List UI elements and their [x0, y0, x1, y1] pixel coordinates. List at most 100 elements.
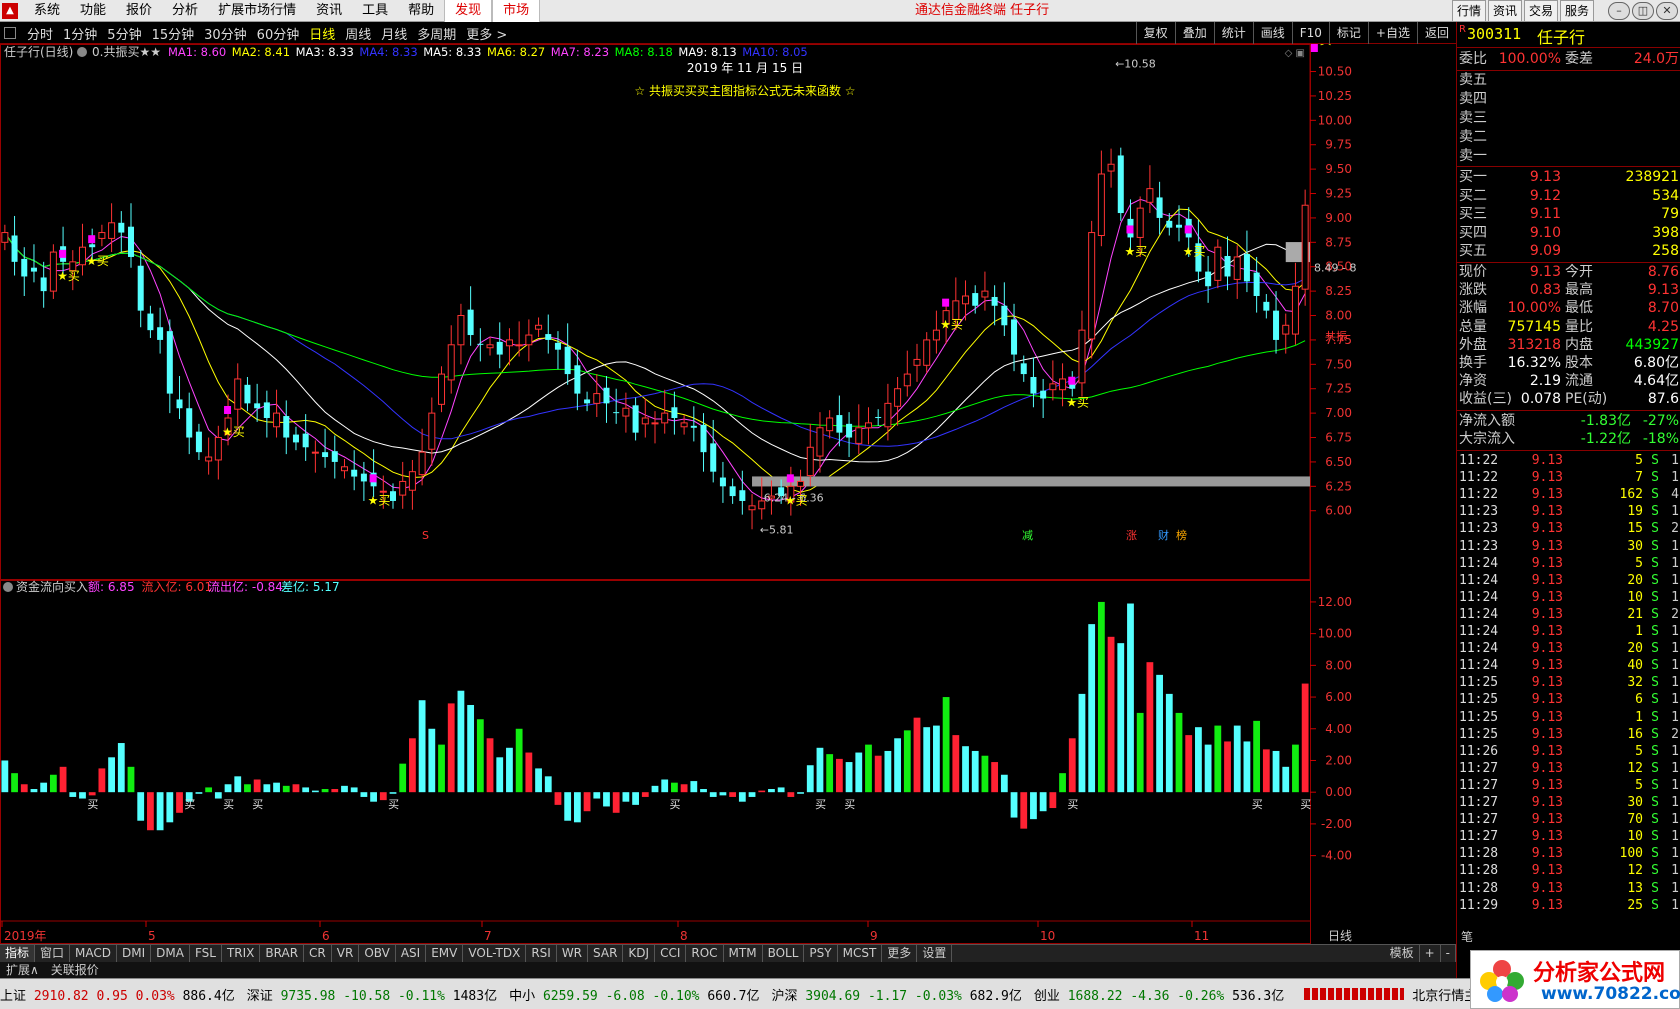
indicator-tab-6[interactable]: TRIX	[222, 945, 261, 962]
stock-code[interactable]: 300311	[1467, 25, 1521, 43]
menu-bar: ▲ 系统 功能 报价 分析 扩展市场行情 资讯 工具 帮助 发现 市场 通达信金融终端 任子行 行…	[0, 0, 1680, 22]
indicator-tab-19[interactable]: ROC	[686, 945, 724, 962]
indicator-tab-0[interactable]: 指标	[0, 945, 36, 962]
tick-v: 7	[1635, 470, 1643, 486]
minimize-icon[interactable]: –	[1608, 2, 1630, 20]
indicator-tab-11[interactable]: ASI	[396, 945, 427, 962]
indicator-tab-1[interactable]: 窗口	[35, 945, 71, 962]
indicator-tab-18[interactable]: CCI	[655, 945, 687, 962]
index-quote-1[interactable]: 深证 9735.98 -10.58 -0.11% 1483亿	[247, 985, 497, 1004]
period-tab-1[interactable]: 1分钟	[58, 24, 102, 43]
indicator-tab-10[interactable]: OBV	[359, 945, 396, 962]
indicator-tick-label: -2.00	[1321, 817, 1352, 831]
restore-icon[interactable]: ◫	[1632, 2, 1654, 20]
period-tab-8[interactable]: 月线	[376, 24, 412, 43]
template-button-0[interactable]: 模板	[1385, 945, 1420, 962]
indicator-tab-25[interactable]: 设置	[917, 945, 953, 962]
tool-button-7[interactable]: 返回	[1416, 22, 1456, 44]
indicator-tab-21[interactable]: BOLL	[763, 945, 805, 962]
formula-toggle-icon[interactable]	[77, 47, 87, 57]
tick-s: S	[1651, 453, 1659, 468]
period-tab-5[interactable]: 60分钟	[252, 24, 305, 43]
panel-toggle-icon[interactable]	[4, 27, 16, 39]
tool-button-6[interactable]: +自选	[1367, 22, 1417, 44]
menu-item-5[interactable]: 资讯	[306, 0, 352, 22]
indicator-tab-14[interactable]: RSI	[526, 945, 557, 962]
period-tab-4[interactable]: 30分钟	[199, 24, 252, 43]
indicator-tab-23[interactable]: MCST	[838, 945, 883, 962]
period-indicator-label[interactable]: 日线	[1328, 929, 1352, 943]
index-quote-4[interactable]: 创业 1688.22 -4.36 -0.26% 536.3亿	[1034, 985, 1284, 1004]
menu-item-6[interactable]: 工具	[352, 0, 398, 22]
flow-bar	[1301, 683, 1309, 793]
formula-name[interactable]: 0.共振买★★	[92, 45, 161, 59]
candle	[1107, 148, 1115, 188]
period-tab-9[interactable]: 多周期	[412, 24, 461, 43]
top-button-3[interactable]: 服务	[1559, 0, 1594, 22]
indicator-tab-13[interactable]: VOL-TDX	[463, 945, 527, 962]
top-button-0[interactable]: 行情	[1451, 0, 1486, 22]
indicator-toggle-icon[interactable]	[3, 582, 13, 592]
menu-item-4[interactable]: 扩展市场行情	[208, 0, 306, 22]
index-quote-0[interactable]: 上证 2910.82 0.95 0.03% 886.4亿	[0, 985, 235, 1004]
candlestick-chart[interactable]: 6.006.256.506.757.007.257.507.758.008.25…	[0, 44, 1456, 580]
tool-button-5[interactable]: 标记	[1328, 22, 1368, 44]
period-tab-2[interactable]: 5分钟	[102, 24, 146, 43]
tool-button-0[interactable]: 复权	[1135, 22, 1175, 44]
indicator-tab-3[interactable]: DMI	[117, 945, 152, 962]
flow-bar	[1146, 662, 1154, 793]
top-button-1[interactable]: 资讯	[1487, 0, 1522, 22]
indicator-tab-24[interactable]: 更多	[882, 945, 918, 962]
buy-label: 买一	[1459, 169, 1487, 185]
fund-flow-indicator-chart[interactable]: -4.00 -2.00 0.00 2.00 4.00 6.00 8.00 10.00 12.00…	[0, 580, 1456, 944]
candle	[283, 400, 290, 455]
period-tab-3[interactable]: 15分钟	[147, 24, 200, 43]
indicator-tab-17[interactable]: KDJ	[623, 945, 656, 962]
indicator-tab-22[interactable]: PSY	[804, 945, 838, 962]
extension-tabs: 扩展∧ 关联报价	[0, 962, 1456, 978]
flow-bar	[573, 792, 581, 823]
menu-item-9[interactable]: 市场	[492, 0, 541, 22]
menu-item-3[interactable]: 分析	[162, 0, 208, 22]
menu-item-8[interactable]: 发现	[444, 0, 493, 22]
tick-t: 11:28	[1459, 846, 1499, 862]
template-button-1[interactable]: +	[1420, 945, 1441, 962]
index-quote-3[interactable]: 沪深 3904.69 -1.17 -0.03% 682.9亿	[771, 985, 1021, 1004]
top-button-2[interactable]: 交易	[1523, 0, 1558, 22]
indicator-tab-7[interactable]: BRAR	[260, 945, 305, 962]
indicator-tab-15[interactable]: WR	[557, 945, 589, 962]
period-tab-10[interactable]: 更多 >	[461, 24, 512, 43]
indicator-tab-5[interactable]: FSL	[190, 945, 222, 962]
period-tab-0[interactable]: 分时	[22, 24, 58, 43]
menu-item-0[interactable]: 系统	[24, 0, 70, 22]
close-icon[interactable]: ✕	[1656, 2, 1678, 20]
indicator-tab-8[interactable]: CR	[304, 945, 332, 962]
extension-tab-1[interactable]: 关联报价	[45, 962, 105, 978]
tool-button-3[interactable]: 画线	[1252, 22, 1292, 44]
indicator-tab-9[interactable]: VR	[332, 945, 360, 962]
period-tab-6[interactable]: 日线	[304, 24, 340, 43]
indicator-tab-2[interactable]: MACD	[70, 945, 118, 962]
template-button-2[interactable]: -	[1441, 945, 1456, 962]
indicator-tab-12[interactable]: EMV	[426, 945, 464, 962]
tick-t: 11:24	[1459, 589, 1499, 605]
indicator-tab-20[interactable]: MTM	[724, 945, 763, 962]
indicator-tick-label: 6.00	[1325, 690, 1352, 704]
indicator-tab-16[interactable]: SAR	[588, 945, 624, 962]
chart-settings-icon[interactable]: ◇ ▣	[1285, 48, 1305, 59]
tool-button-4[interactable]: F10	[1291, 22, 1329, 44]
period-tab-7[interactable]: 周线	[340, 24, 376, 43]
stat-label: 涨幅	[1459, 300, 1487, 317]
menu-item-2[interactable]: 报价	[116, 0, 162, 22]
indicator-name[interactable]: 资金流向买入	[16, 580, 88, 594]
menu-item-1[interactable]: 功能	[70, 0, 116, 22]
tool-button-1[interactable]: 叠加	[1174, 22, 1214, 44]
flow-bar	[1, 760, 9, 793]
extension-tab-0[interactable]: 扩展∧	[0, 962, 45, 978]
menu-item-7[interactable]: 帮助	[398, 0, 444, 22]
flow-bar	[1214, 725, 1222, 793]
indicator-tab-4[interactable]: DMA	[151, 945, 190, 962]
tool-button-2[interactable]: 统计	[1213, 22, 1253, 44]
tick-t: 11:24	[1459, 658, 1499, 674]
index-quote-2[interactable]: 中小 6259.59 -6.08 -0.10% 660.7亿	[509, 985, 759, 1004]
